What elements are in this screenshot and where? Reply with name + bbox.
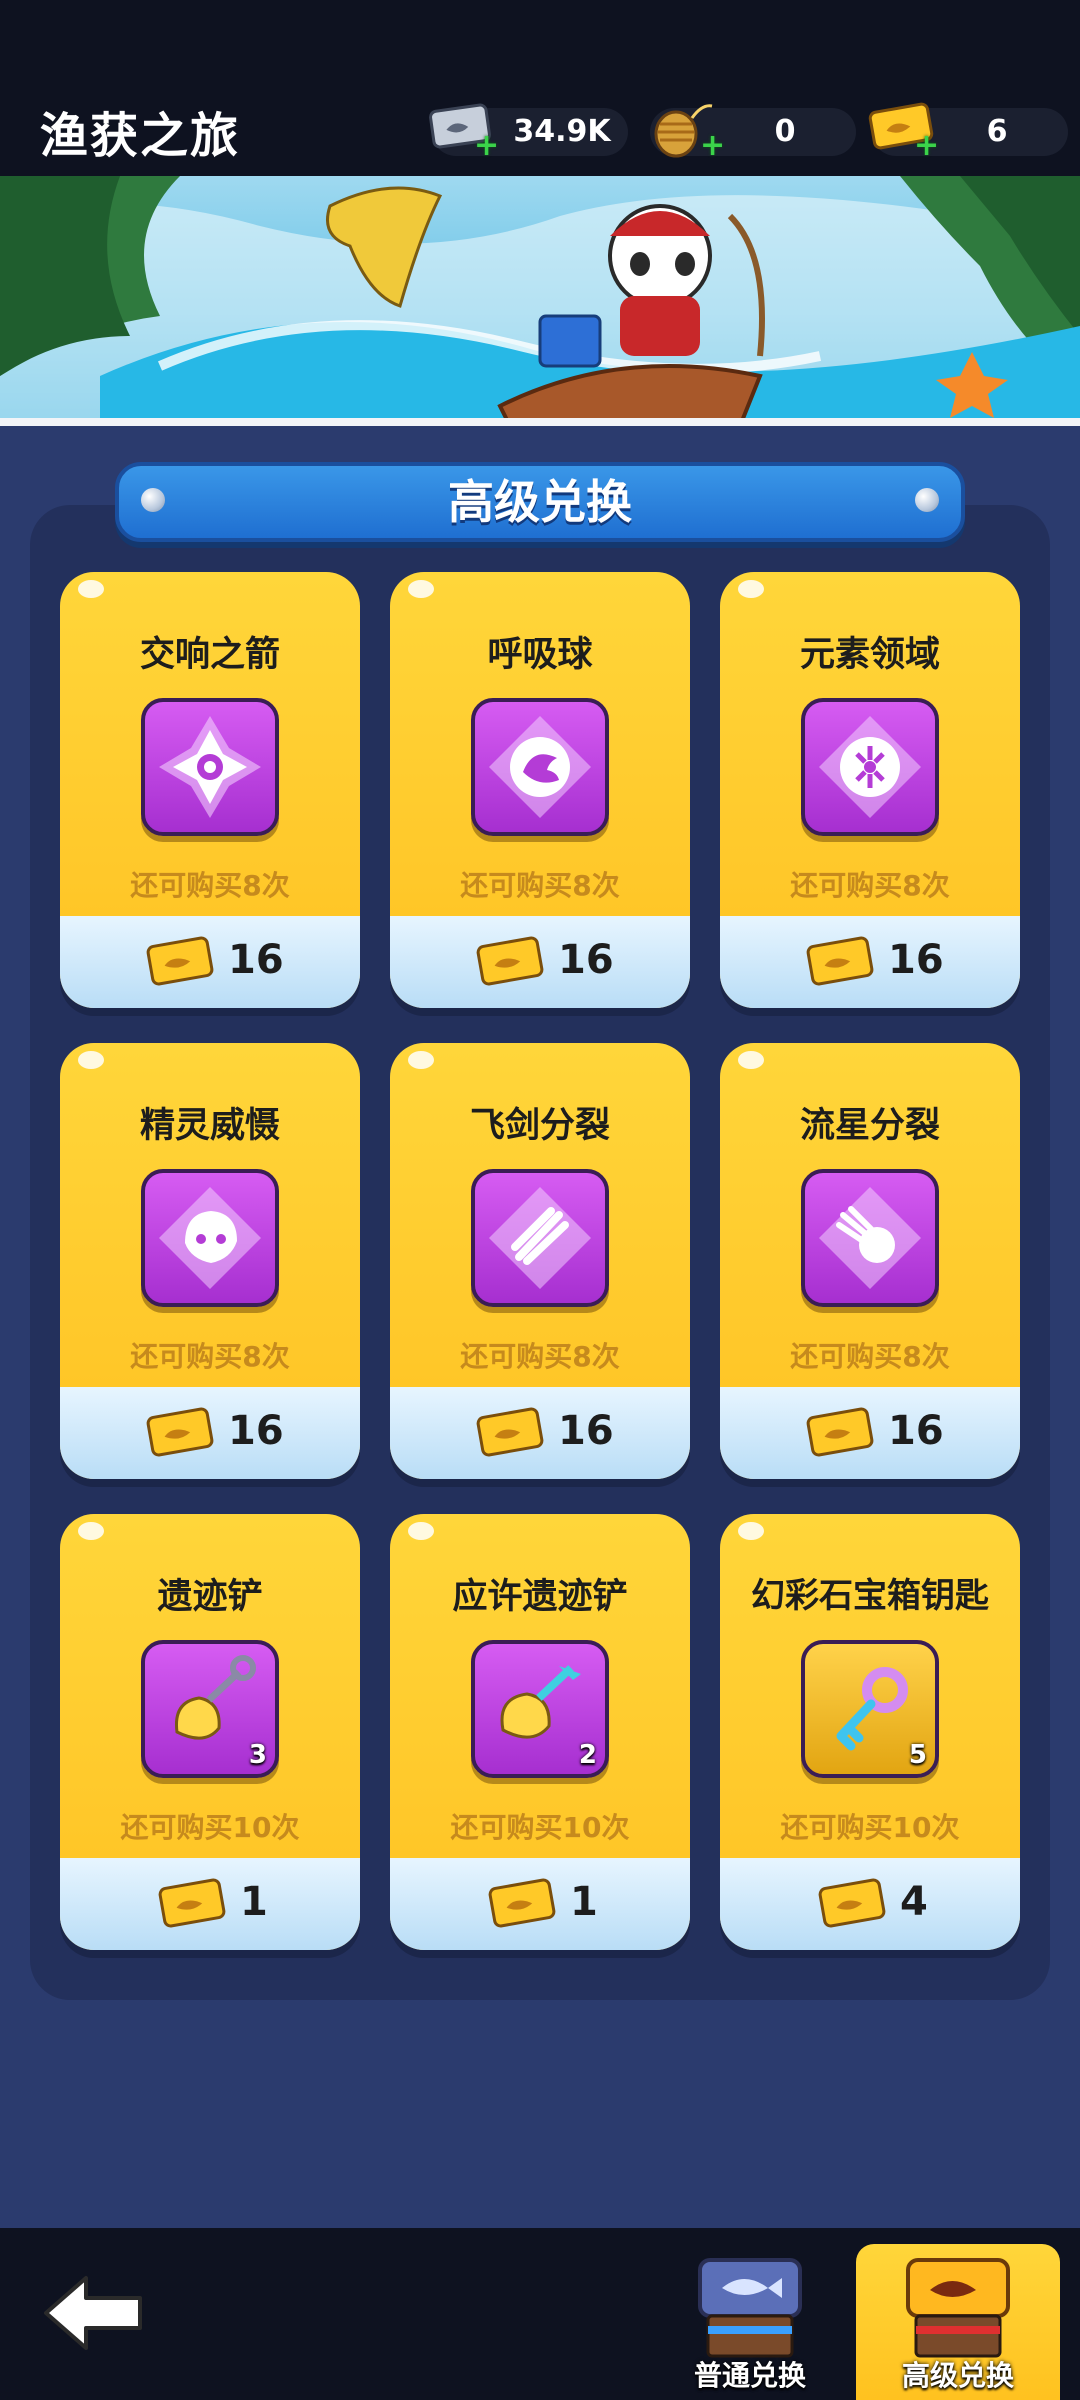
- blessed-shovel-icon: 2: [471, 1640, 609, 1778]
- shop-item-card[interactable]: 流星分裂 还可购买8次 16: [720, 1043, 1020, 1479]
- page-title: 渔获之旅: [40, 108, 241, 164]
- purchase-limit: 还可购买8次: [460, 869, 620, 902]
- price-bar[interactable]: 16: [390, 1387, 690, 1479]
- spirit-icon: [141, 1169, 279, 1307]
- rivet-right-icon: [915, 488, 939, 512]
- currency-fishing-line-value: 0: [774, 114, 796, 149]
- gold-ticket-icon: [158, 1878, 226, 1928]
- price-bar[interactable]: 1: [390, 1858, 690, 1950]
- add-gold-ticket-icon[interactable]: +: [914, 131, 939, 161]
- shop-item-card[interactable]: 呼吸球 还可购买8次 16: [390, 572, 690, 1008]
- card-shine: [78, 1051, 104, 1069]
- price-value: 16: [888, 1408, 944, 1454]
- item-name: 流星分裂: [799, 1106, 940, 1146]
- price-value: 16: [558, 937, 614, 983]
- price-value: 16: [228, 937, 284, 983]
- price-value: 16: [558, 1408, 614, 1454]
- item-name: 交响之箭: [139, 635, 280, 675]
- add-silver-ticket-icon[interactable]: +: [474, 131, 499, 161]
- item-name: 精灵威慑: [139, 1106, 280, 1146]
- price-value: 1: [570, 1879, 598, 1925]
- meteor-icon: [801, 1169, 939, 1307]
- gold-ticket-icon: [476, 1407, 544, 1457]
- gold-ticket-icon: [806, 1407, 874, 1457]
- elements-icon: [801, 698, 939, 836]
- item-name: 呼吸球: [487, 635, 593, 675]
- price-bar[interactable]: 1: [60, 1858, 360, 1950]
- card-shine: [738, 1051, 764, 1069]
- shop-item-card[interactable]: 交响之箭 还可购买8次 16: [60, 572, 360, 1008]
- gold-ticket-icon: [146, 936, 214, 986]
- tab-label: 普通兑换: [693, 2359, 806, 2392]
- card-shine: [408, 580, 434, 598]
- section-title: 高级兑换: [448, 475, 632, 529]
- item-name: 应许遗迹铲: [452, 1577, 628, 1617]
- price-bar[interactable]: 16: [60, 1387, 360, 1479]
- purchase-limit: 还可购买8次: [130, 1340, 290, 1373]
- item-count: 2: [578, 1740, 597, 1770]
- price-bar[interactable]: 4: [720, 1858, 1020, 1950]
- back-arrow-icon[interactable]: [40, 2268, 150, 2358]
- currency-silver-ticket-value: 34.9K: [513, 114, 611, 149]
- banner-illustration: [0, 176, 1080, 418]
- purchase-limit: 还可购买10次: [450, 1811, 630, 1844]
- item-count: 5: [908, 1740, 927, 1770]
- item-name: 元素领域: [799, 635, 940, 675]
- card-shine: [78, 580, 104, 598]
- tab-normal-exchange[interactable]: 普通兑换: [648, 2244, 852, 2400]
- event-banner: [0, 176, 1080, 426]
- tab-label: 高级兑换: [901, 2359, 1014, 2392]
- price-value: 16: [228, 1408, 284, 1454]
- gold-shop-icon: [906, 2258, 1010, 2358]
- currency-gold-ticket-value: 6: [986, 114, 1008, 149]
- card-shine: [738, 580, 764, 598]
- item-name: 飞剑分裂: [469, 1106, 610, 1146]
- purchase-limit: 还可购买8次: [790, 869, 950, 902]
- item-name: 幻彩石宝箱钥匙: [751, 1576, 989, 1616]
- shop-item-card[interactable]: 应许遗迹铲 2 还可购买10次 1: [390, 1514, 690, 1950]
- gold-ticket-icon: [146, 1407, 214, 1457]
- purchase-limit: 还可购买10次: [780, 1811, 960, 1844]
- purchase-limit: 还可购买8次: [790, 1340, 950, 1373]
- tab-premium-exchange[interactable]: 高级兑换: [856, 2244, 1060, 2400]
- shop-item-card[interactable]: 幻彩石宝箱钥匙 5 还可购买10次 4: [720, 1514, 1020, 1950]
- flying-sword-icon: [471, 1169, 609, 1307]
- card-shine: [408, 1051, 434, 1069]
- gold-ticket-icon: [476, 936, 544, 986]
- dragon-orb-icon: [471, 698, 609, 836]
- price-value: 16: [888, 937, 944, 983]
- shop-item-card[interactable]: 飞剑分裂 还可购买8次 16: [390, 1043, 690, 1479]
- card-shine: [78, 1522, 104, 1540]
- card-shine: [738, 1522, 764, 1540]
- gold-ticket-icon: [806, 936, 874, 986]
- price-value: 4: [900, 1879, 928, 1925]
- price-bar[interactable]: 16: [390, 916, 690, 1008]
- shop-item-card[interactable]: 元素领域 还可购买8次 16: [720, 572, 1020, 1008]
- compass-rune-icon: [141, 698, 279, 836]
- section-header: 高级兑换: [115, 462, 965, 542]
- purchase-limit: 还可购买10次: [120, 1811, 300, 1844]
- fish-shop-icon: [698, 2258, 802, 2358]
- gold-ticket-icon: [818, 1878, 886, 1928]
- price-bar[interactable]: 16: [720, 1387, 1020, 1479]
- purchase-limit: 还可购买8次: [130, 869, 290, 902]
- item-name: 遗迹铲: [157, 1577, 263, 1617]
- add-fishing-line-icon[interactable]: +: [700, 131, 725, 161]
- price-bar[interactable]: 16: [720, 916, 1020, 1008]
- shop-item-card[interactable]: 精灵威慑 还可购买8次 16: [60, 1043, 360, 1479]
- card-shine: [408, 1522, 434, 1540]
- key-icon: 5: [801, 1640, 939, 1778]
- shovel-icon: 3: [141, 1640, 279, 1778]
- price-value: 1: [240, 1879, 268, 1925]
- item-count: 3: [248, 1740, 267, 1770]
- shop-item-card[interactable]: 遗迹铲 3 还可购买10次 1: [60, 1514, 360, 1950]
- purchase-limit: 还可购买8次: [460, 1340, 620, 1373]
- gold-ticket-icon: [488, 1878, 556, 1928]
- price-bar[interactable]: 16: [60, 916, 360, 1008]
